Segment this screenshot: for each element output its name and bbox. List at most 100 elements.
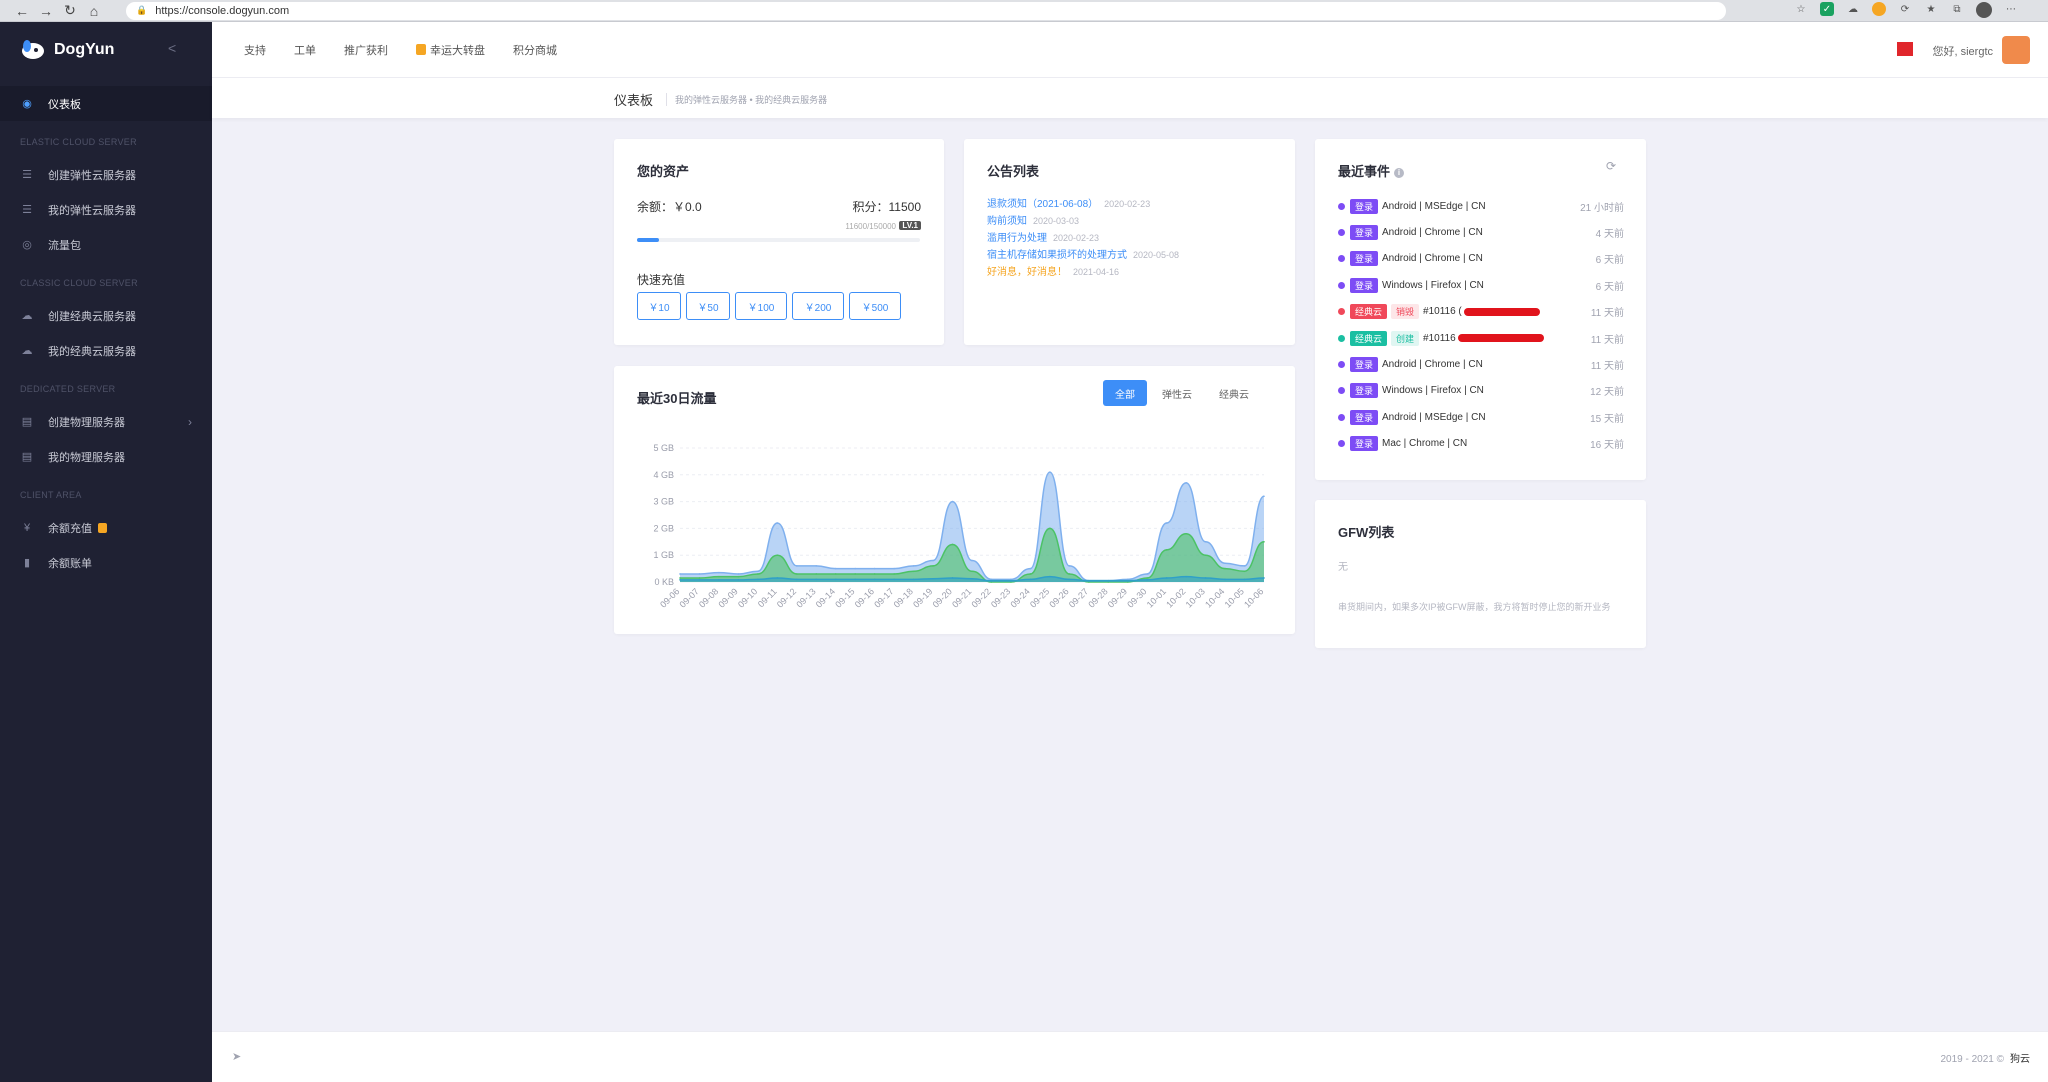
chevron-right-icon: › [188,414,192,429]
data-point [951,500,954,503]
sidebar-item[interactable]: ▤ 创建物理服务器 › [0,404,212,439]
breadcrumb[interactable]: 我的弹性云服务器 • 我的经典云服务器 [666,93,827,106]
info-icon[interactable]: i [1394,167,1405,178]
event-tag: 登录 [1350,224,1379,240]
sidebar-item[interactable]: ☁ 我的经典云服务器 [0,333,212,368]
announcement-date: 2021-04-16 [1073,267,1120,277]
data-point [1204,541,1207,543]
event-tag: 登录 [1350,198,1379,214]
sidebar-item[interactable]: ¥ 余额充值 [0,510,212,545]
dashboard-icon: ◉ [22,98,32,110]
recharge-button[interactable]: ￥100 [735,292,787,320]
refresh-icon[interactable]: ⟳ [1606,159,1616,173]
cloud-ext-icon[interactable]: ☁ [1846,2,1860,16]
favorites-icon[interactable]: ★ [1924,2,1938,16]
recharge-button[interactable]: ￥50 [686,292,730,320]
sidebar-section-heading: ELASTIC CLOUD SERVER [20,137,137,147]
traffic-tab[interactable]: 弹性云 [1150,380,1204,406]
x-tick-label: 09-11 [756,586,779,609]
home-icon[interactable]: ⌂ [82,0,106,22]
sidebar-item[interactable]: ◎ 流量包 [0,227,212,262]
data-point [1068,565,1071,567]
data-point [932,577,934,580]
sidebar-item[interactable]: ☰ 创建弹性云服务器 [0,157,212,192]
x-tick-label: 09-29 [1106,586,1129,609]
nav-points-mall[interactable]: 积分商城 [513,42,557,58]
sidebar-item[interactable]: ☁ 创建经典云服务器 [0,298,212,333]
browser-toolbar: ← → ↻ ⌂ 🔒 https://console.dogyun.com ☆ ✓… [0,0,2048,22]
sidebar-section-heading: DEDICATED SERVER [20,384,116,394]
cookie-ext-icon[interactable] [1872,2,1886,16]
announcement-title[interactable]: 好消息，好消息！ [987,267,1067,278]
footer-brand[interactable]: 狗云 [2010,1054,2030,1065]
event-text: Android | MSEdge | CN [1382,411,1486,423]
reload-icon[interactable]: ↻ [58,0,82,22]
page-title: 仪表板 [614,93,654,108]
data-point [834,578,837,581]
sidebar-item[interactable]: ▮ 余额账单 [0,545,212,580]
logo[interactable]: DogYun [0,22,212,78]
event-dot [1338,360,1345,368]
event-tag: 登录 [1350,356,1379,372]
recharge-button[interactable]: ￥200 [792,292,844,320]
data-point [1185,482,1187,484]
profile-avatar[interactable] [1976,2,1992,18]
data-point [912,565,915,567]
avatar[interactable] [2002,36,2030,64]
send-icon[interactable]: ➤ [232,1050,241,1063]
traffic-tabs: 全部 弹性云 经典云 [1103,380,1261,406]
star-add-icon[interactable]: ☆ [1794,2,1808,16]
gift-icon [98,522,107,533]
announcement-title[interactable]: 宿主机存储如果损坏的处理方式 [987,250,1127,261]
nav-tickets[interactable]: 工单 [294,42,316,58]
sidebar-item[interactable]: ▤ 我的物理服务器 [0,439,212,474]
nav-lucky-wheel[interactable]: 幸运大转盘 [416,42,485,58]
brand-name: DogYun [54,41,115,58]
address-bar[interactable]: 🔒 https://console.dogyun.com [126,1,1726,20]
data-point [873,578,876,581]
rack-icon: ▤ [21,451,33,463]
event-row: 登录 Android | Chrome | CN 4 天前 [1338,224,1624,240]
announcement-title[interactable]: 购前须知 [987,216,1027,227]
data-point [776,577,779,579]
data-point [873,567,876,570]
forward-icon[interactable]: → [34,0,58,22]
gift-icon [416,44,426,55]
announcements-title: 公告列表 [987,164,1040,179]
x-tick-label: 09-26 [1047,586,1070,609]
back-icon[interactable]: ← [10,0,34,22]
event-dot [1338,308,1345,316]
china-flag-icon[interactable] [1897,42,1913,56]
traffic-tab[interactable]: 经典云 [1207,380,1261,406]
sync-icon[interactable]: ⟳ [1898,2,1912,16]
event-row: 登录 Android | MSEdge | CN 21 小时前 [1338,198,1624,214]
y-tick-label: 2 GB [653,523,674,533]
collapse-sidebar-icon[interactable]: < [168,40,176,56]
event-time: 11 天前 [1590,334,1624,346]
user-greeting[interactable]: 您好, siergtc [1932,43,1993,59]
collections-icon[interactable]: ⧉ [1950,2,1964,16]
shield-ext-icon[interactable]: ✓ [1820,2,1834,16]
copyright: 2019 - 2021 © 狗云 [1940,1050,2030,1065]
nav-support[interactable]: 支持 [244,42,266,58]
recharge-button[interactable]: ￥10 [637,292,681,320]
event-tag: 登录 [1350,436,1379,452]
data-point [854,573,856,575]
menu-dots-icon[interactable]: ⋯ [2004,2,2018,16]
top-header: 支持 工单 推广获利 幸运大转盘 积分商城 您好, siergtc [212,22,2048,78]
data-point [796,565,798,567]
sidebar-item[interactable]: ◉ 仪表板 [0,86,212,121]
recharge-button[interactable]: ￥500 [849,292,901,320]
data-point [1029,573,1032,575]
announcement-date: 2020-02-23 [1053,233,1100,243]
x-tick-label: 09-16 [853,586,876,609]
traffic-chart: 0 KB1 GB2 GB3 GB4 GB5 GB09-0609-0709-080… [653,443,1265,610]
announcement-title[interactable]: 滥用行为处理 [987,233,1047,244]
announcement-title[interactable]: 退款须知（2021-06-08） [987,199,1098,210]
traffic-tab[interactable]: 全部 [1103,380,1147,406]
data-point [737,575,740,578]
sidebar-item[interactable]: ☰ 我的弹性云服务器 [0,192,212,227]
sidebar-item-label: 流量包 [48,239,81,252]
x-tick-label: 09-14 [814,586,837,609]
nav-affiliate[interactable]: 推广获利 [344,42,388,58]
